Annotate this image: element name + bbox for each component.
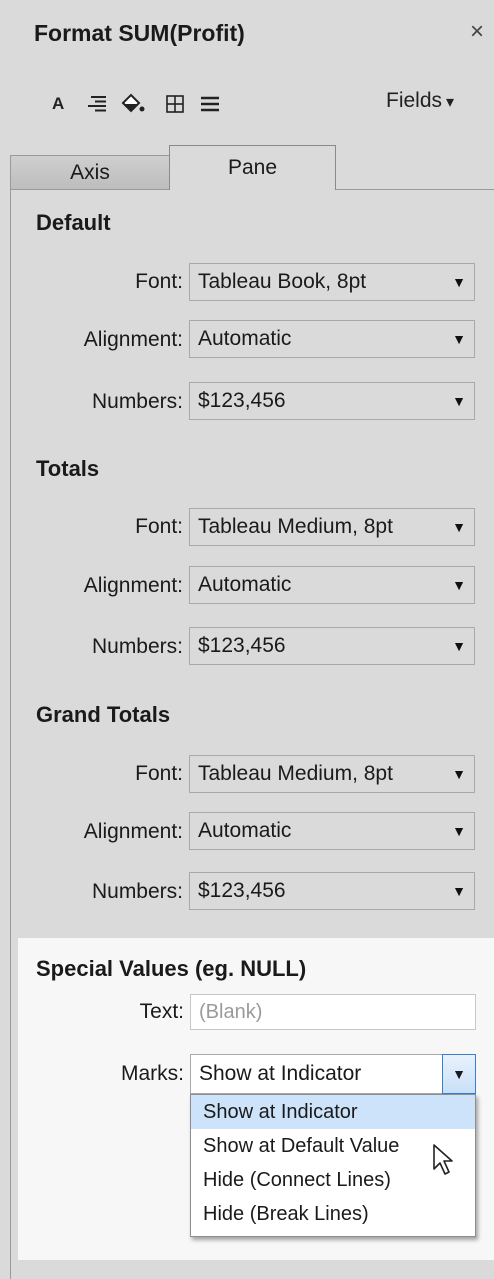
- dropdown-value: Automatic: [198, 819, 292, 842]
- grand-totals-alignment-dropdown[interactable]: Automatic ▼: [189, 812, 475, 850]
- marks-label: Marks:: [121, 1062, 184, 1085]
- mouse-pointer-icon: [432, 1143, 458, 1182]
- dropdown-value: $123,456: [198, 389, 286, 412]
- default-alignment-dropdown[interactable]: Automatic ▼: [189, 320, 475, 358]
- dropdown-arrow-icon: ▼: [452, 766, 466, 782]
- numbers-label: Numbers:: [91, 880, 183, 903]
- section-heading-totals: Totals: [36, 456, 100, 481]
- format-pane: Format SUM(Profit) × A Fields ▾ Axis Pane…: [0, 0, 494, 1279]
- font-label: Font:: [135, 515, 183, 538]
- alignment-label: Alignment:: [83, 820, 183, 843]
- special-text-input[interactable]: (Blank): [190, 994, 476, 1030]
- dropdown-arrow-icon: ▼: [452, 638, 466, 654]
- dropdown-arrow-icon: ▼: [452, 393, 466, 409]
- fields-dropdown[interactable]: Fields ▾: [386, 89, 454, 113]
- dropdown-value: Tableau Medium, 8pt: [198, 515, 393, 538]
- section-heading-special-values: Special Values (eg. NULL): [36, 956, 307, 981]
- totals-alignment-dropdown[interactable]: Automatic ▼: [189, 566, 475, 604]
- alignment-icon[interactable]: [87, 92, 107, 116]
- alignment-label: Alignment:: [83, 574, 183, 597]
- dropdown-arrow-icon: ▼: [452, 274, 466, 290]
- grand-totals-numbers-dropdown[interactable]: $123,456 ▼: [189, 872, 475, 910]
- tab-axis[interactable]: Axis: [10, 155, 170, 189]
- numbers-label: Numbers:: [91, 390, 183, 413]
- section-heading-grand-totals: Grand Totals: [36, 702, 171, 727]
- default-font-dropdown[interactable]: Tableau Book, 8pt ▼: [189, 263, 475, 301]
- dropdown-value: $123,456: [198, 879, 286, 902]
- totals-font-dropdown[interactable]: Tableau Medium, 8pt ▼: [189, 508, 475, 546]
- dropdown-value: Automatic: [198, 327, 292, 350]
- font-label: Font:: [135, 270, 183, 293]
- dropdown-value: $123,456: [198, 634, 286, 657]
- dropdown-value: Automatic: [198, 573, 292, 596]
- chevron-down-icon: ▾: [446, 94, 455, 111]
- special-values-section: Special Values (eg. NULL) Text: (Blank) …: [18, 938, 494, 1260]
- menu-item-hide-break-lines[interactable]: Hide (Break Lines): [191, 1197, 475, 1231]
- dropdown-arrow-icon: ▼: [452, 519, 466, 535]
- dropdown-value: Tableau Book, 8pt: [198, 270, 367, 293]
- default-numbers-dropdown[interactable]: $123,456 ▼: [189, 382, 475, 420]
- pane-left-border: [10, 189, 11, 1279]
- dropdown-arrow-icon[interactable]: ▼: [442, 1054, 476, 1094]
- dropdown-arrow-icon: ▼: [452, 823, 466, 839]
- close-icon[interactable]: ×: [470, 18, 484, 46]
- marks-dropdown[interactable]: Show at Indicator ▼: [190, 1054, 476, 1094]
- shading-icon[interactable]: [120, 92, 146, 116]
- menu-item-show-at-indicator[interactable]: Show at Indicator: [191, 1095, 475, 1129]
- tab-pane[interactable]: Pane: [169, 145, 336, 190]
- lines-icon[interactable]: [200, 92, 220, 116]
- font-label: Font:: [135, 762, 183, 785]
- fields-label: Fields: [386, 89, 443, 112]
- alignment-label: Alignment:: [83, 328, 183, 351]
- dropdown-arrow-icon: ▼: [452, 577, 466, 593]
- dropdown-arrow-icon: ▼: [452, 883, 466, 899]
- section-heading-default: Default: [36, 210, 111, 235]
- dropdown-arrow-icon: ▼: [452, 331, 466, 347]
- font-icon[interactable]: A: [52, 92, 64, 116]
- pane-title: Format SUM(Profit): [34, 20, 245, 46]
- grand-totals-font-dropdown[interactable]: Tableau Medium, 8pt ▼: [189, 755, 475, 793]
- totals-numbers-dropdown[interactable]: $123,456 ▼: [189, 627, 475, 665]
- borders-icon[interactable]: [165, 92, 185, 116]
- numbers-label: Numbers:: [91, 635, 183, 658]
- text-label: Text:: [139, 1000, 184, 1023]
- dropdown-value: Show at Indicator: [199, 1062, 362, 1085]
- dropdown-value: Tableau Medium, 8pt: [198, 762, 393, 785]
